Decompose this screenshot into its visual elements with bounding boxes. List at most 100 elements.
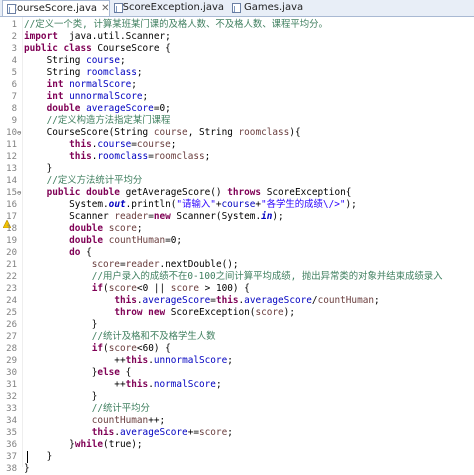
code-line[interactable]: countHuman++;: [24, 415, 165, 427]
code-token: "各学生的成绩\/>": [261, 199, 346, 210]
code-token: course: [153, 127, 188, 138]
code-line[interactable]: System.out.println("请输入"+course+"各学生的成绩\…: [24, 199, 357, 211]
code-token: public double: [46, 187, 120, 198]
code-token: Scanner: [24, 211, 115, 222]
code-line[interactable]: }: [24, 451, 53, 463]
code-token: double: [69, 223, 104, 234]
code-token: if: [91, 343, 104, 354]
code-line[interactable]: //用户录入的成绩不在0-100之间计算平均成绩, 抛出异常类的对象并结束成绩录…: [24, 271, 443, 283]
code-token: //统计平均分: [91, 403, 150, 414]
code-token: score: [170, 283, 200, 294]
code-token: ;: [204, 151, 211, 162]
warning-icon[interactable]: [2, 213, 12, 229]
code-token: {: [119, 367, 132, 378]
line-number: 36: [6, 440, 17, 450]
code-line[interactable]: String roomclass;: [24, 67, 143, 79]
code-token: while: [74, 439, 104, 450]
code-line[interactable]: Scanner reader=new Scanner(System.in);: [24, 211, 284, 223]
tab-scoreexception[interactable]: J ScoreException.java: [110, 0, 228, 15]
code-token: }: [24, 391, 98, 402]
line-number: 25: [6, 308, 17, 318]
line-number: 27: [6, 332, 17, 342]
line-number: 8: [11, 104, 17, 114]
code-line[interactable]: //统计及格和不及格学生人数: [24, 331, 216, 343]
line-number: 10: [6, 128, 17, 138]
code-token: score: [199, 427, 228, 438]
code-token: ){: [289, 127, 301, 138]
code-token: in: [261, 211, 273, 222]
code-line[interactable]: public double getAverageScore() throws S…: [24, 187, 352, 199]
code-line[interactable]: ++this.unnormalScore;: [24, 355, 233, 367]
code-line[interactable]: if(score<60) {: [24, 343, 171, 355]
code-line[interactable]: String course;: [24, 55, 126, 67]
line-number: 24: [6, 296, 17, 306]
code-line[interactable]: if(score<0 || score > 100) {: [24, 283, 250, 295]
code-token: //用户录入的成绩不在0-100之间计算平均成绩, 抛出异常类的对象并结束成绩录…: [91, 271, 443, 282]
code-line[interactable]: this.averageScore+=score;: [24, 427, 233, 439]
tab-label: ScoreException.java: [122, 2, 224, 13]
line-number: 38: [6, 464, 17, 474]
code-line[interactable]: int normalScore;: [24, 79, 137, 91]
code-line[interactable]: int unnormalScore;: [24, 91, 149, 103]
code-token: int: [46, 91, 64, 102]
fold-toggle-icon[interactable]: ⊖: [17, 187, 21, 199]
code-line[interactable]: CourseScore(String course, String roomcl…: [24, 127, 301, 139]
code-token: if: [91, 283, 104, 294]
code-line[interactable]: ++this.normalScore;: [24, 379, 221, 391]
close-icon[interactable]: ✕: [101, 3, 109, 14]
fold-toggle-icon[interactable]: ⊖: [17, 127, 21, 139]
code-token: );: [272, 211, 284, 222]
code-line[interactable]: this.roomclass=roomclass;: [24, 151, 210, 163]
code-token: ;: [227, 355, 233, 366]
code-line[interactable]: //定义构造方法指定某门课程: [24, 115, 171, 127]
line-number: 28: [6, 344, 17, 354]
line-number: 12: [6, 152, 17, 162]
code-line[interactable]: //定义方法统计平均分: [24, 175, 143, 187]
line-number: 33: [6, 404, 17, 414]
code-token: .println(: [125, 199, 177, 210]
code-line[interactable]: double averageScore=0;: [24, 103, 171, 115]
code-line[interactable]: }else {: [24, 367, 132, 379]
code-line[interactable]: public class CourseScore {: [24, 43, 171, 55]
code-token: .nextDouble();: [159, 259, 239, 270]
code-token: averageScore: [142, 295, 211, 306]
code-line[interactable]: //定义一个类, 计算某班某门课的及格人数、不及格人数、课程平均分。: [24, 19, 328, 31]
code-line[interactable]: }while(true);: [24, 439, 142, 451]
line-number: 1: [11, 20, 17, 30]
code-line[interactable]: double score;: [24, 223, 142, 235]
code-line[interactable]: this.course=course;: [24, 139, 176, 151]
code-token: roomclass: [97, 151, 149, 162]
code-token: this: [69, 139, 92, 150]
code-line[interactable]: do {: [24, 247, 92, 259]
code-token: +=: [187, 427, 199, 438]
code-line[interactable]: }: [24, 163, 53, 175]
code-token: > 100) {: [199, 283, 250, 294]
code-line[interactable]: //统计平均分: [24, 403, 150, 415]
code-token: public class: [24, 43, 92, 54]
code-token: score: [108, 283, 137, 294]
code-line[interactable]: double countHuman=0;: [24, 235, 182, 247]
code-line[interactable]: throw new ScoreException(score);: [24, 307, 295, 319]
code-token: countHuman: [91, 415, 149, 426]
code-token: unnormalScore: [63, 91, 143, 102]
code-line[interactable]: }: [24, 391, 98, 403]
code-token: //统计及格和不及格学生人数: [91, 331, 216, 342]
line-number: 34: [6, 416, 17, 426]
code-line[interactable]: import java.util.Scanner;: [24, 31, 171, 43]
code-line[interactable]: }: [24, 463, 30, 475]
code-token: roomclass: [238, 127, 290, 138]
code-line[interactable]: }: [24, 319, 98, 331]
tab-games[interactable]: J Games.java: [228, 0, 308, 15]
code-editor[interactable]: 1 2 3 4 5 6 7 8 9 10 ⊖ 11 12 13 14 15 ⊖ 16 17 18 19 20 21 22 23 2…: [0, 17, 474, 474]
code-line[interactable]: score=reader.nextDouble();: [24, 259, 239, 271]
code-token: score: [255, 307, 284, 318]
code-token: this: [215, 295, 239, 306]
tab-coursescore[interactable]: J CourseScore.java ✕: [2, 0, 110, 16]
code-token: String: [24, 55, 87, 66]
code-token: <0 ||: [136, 283, 171, 294]
code-line[interactable]: this.averageScore=this.averageScore/coun…: [24, 295, 379, 307]
